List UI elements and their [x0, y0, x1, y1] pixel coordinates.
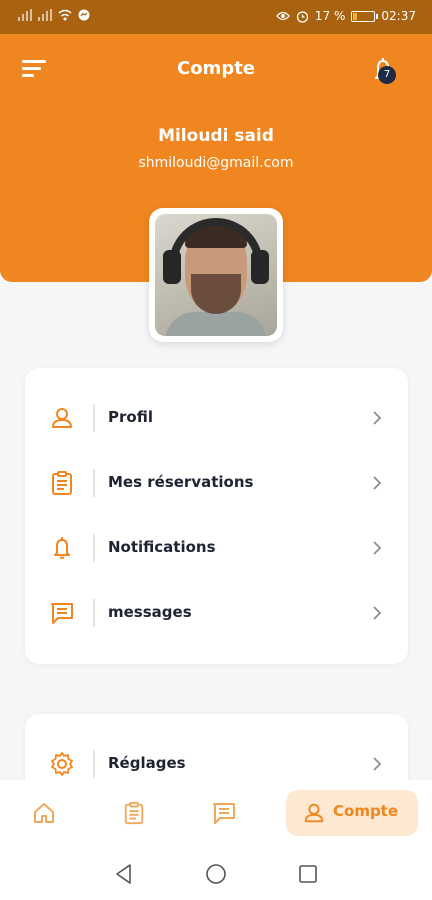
status-time: 02:37 — [381, 9, 416, 23]
menu-item-notifications[interactable]: Notifications — [25, 523, 408, 573]
menu-item-messages[interactable]: messages — [25, 588, 408, 638]
avatar[interactable] — [149, 208, 283, 342]
menu-item-label: messages — [108, 603, 192, 621]
nav-home[interactable] — [22, 790, 66, 836]
user-name: Miloudi said — [158, 126, 274, 146]
battery-percent: 17 % — [314, 9, 346, 23]
home-icon — [34, 803, 54, 823]
nav-compte-label: Compte — [333, 802, 399, 820]
battery-level — [353, 12, 358, 20]
system-navigation-bar — [0, 848, 432, 900]
recents-icon[interactable] — [295, 861, 321, 887]
message-icon — [51, 603, 73, 624]
bell-icon — [54, 537, 70, 559]
messenger-icon — [78, 9, 90, 21]
nav-messages[interactable] — [202, 790, 246, 836]
menu-item-label: Profil — [108, 408, 153, 426]
back-icon[interactable] — [111, 861, 137, 887]
menu-item-profil[interactable]: Profil — [25, 393, 408, 443]
account-menu-card: Profil Mes réservations Notifications me… — [25, 368, 408, 664]
menu-item-label: Réglages — [108, 754, 186, 772]
gear-icon — [51, 752, 73, 776]
status-bar-right: 17 % 02:37 — [276, 9, 416, 23]
menu-item-label: Notifications — [108, 538, 216, 556]
chevron-right-icon — [373, 411, 382, 425]
user-email: shmiloudi@gmail.com — [138, 155, 294, 171]
chevron-right-icon — [373, 757, 382, 771]
battery-icon — [351, 10, 379, 22]
status-bar: 17 % 02:37 — [0, 0, 432, 34]
chevron-right-icon — [373, 541, 382, 555]
avatar-photo — [155, 214, 277, 336]
chevron-right-icon — [373, 606, 382, 620]
nav-reservations[interactable] — [112, 790, 156, 836]
bottom-navigation: Compte — [0, 780, 432, 848]
wifi-icon — [58, 9, 72, 21]
home-circle-icon[interactable] — [203, 861, 229, 887]
signal-icon — [18, 9, 32, 21]
nav-compte[interactable]: Compte — [286, 790, 418, 836]
signal-icon — [38, 9, 52, 21]
status-bar-left-icons — [18, 9, 90, 21]
menu-item-label: Mes réservations — [108, 473, 254, 491]
clipboard-icon — [52, 471, 72, 495]
notification-count-badge: 7 — [378, 66, 396, 84]
chevron-right-icon — [373, 476, 382, 490]
user-icon — [304, 803, 324, 823]
alarm-icon — [296, 10, 309, 23]
menu-item-reservations[interactable]: Mes réservations — [25, 458, 408, 508]
message-icon — [213, 803, 235, 824]
clipboard-icon — [124, 801, 144, 825]
user-icon — [52, 408, 72, 428]
headphones — [169, 218, 263, 280]
eye-icon — [276, 11, 290, 21]
